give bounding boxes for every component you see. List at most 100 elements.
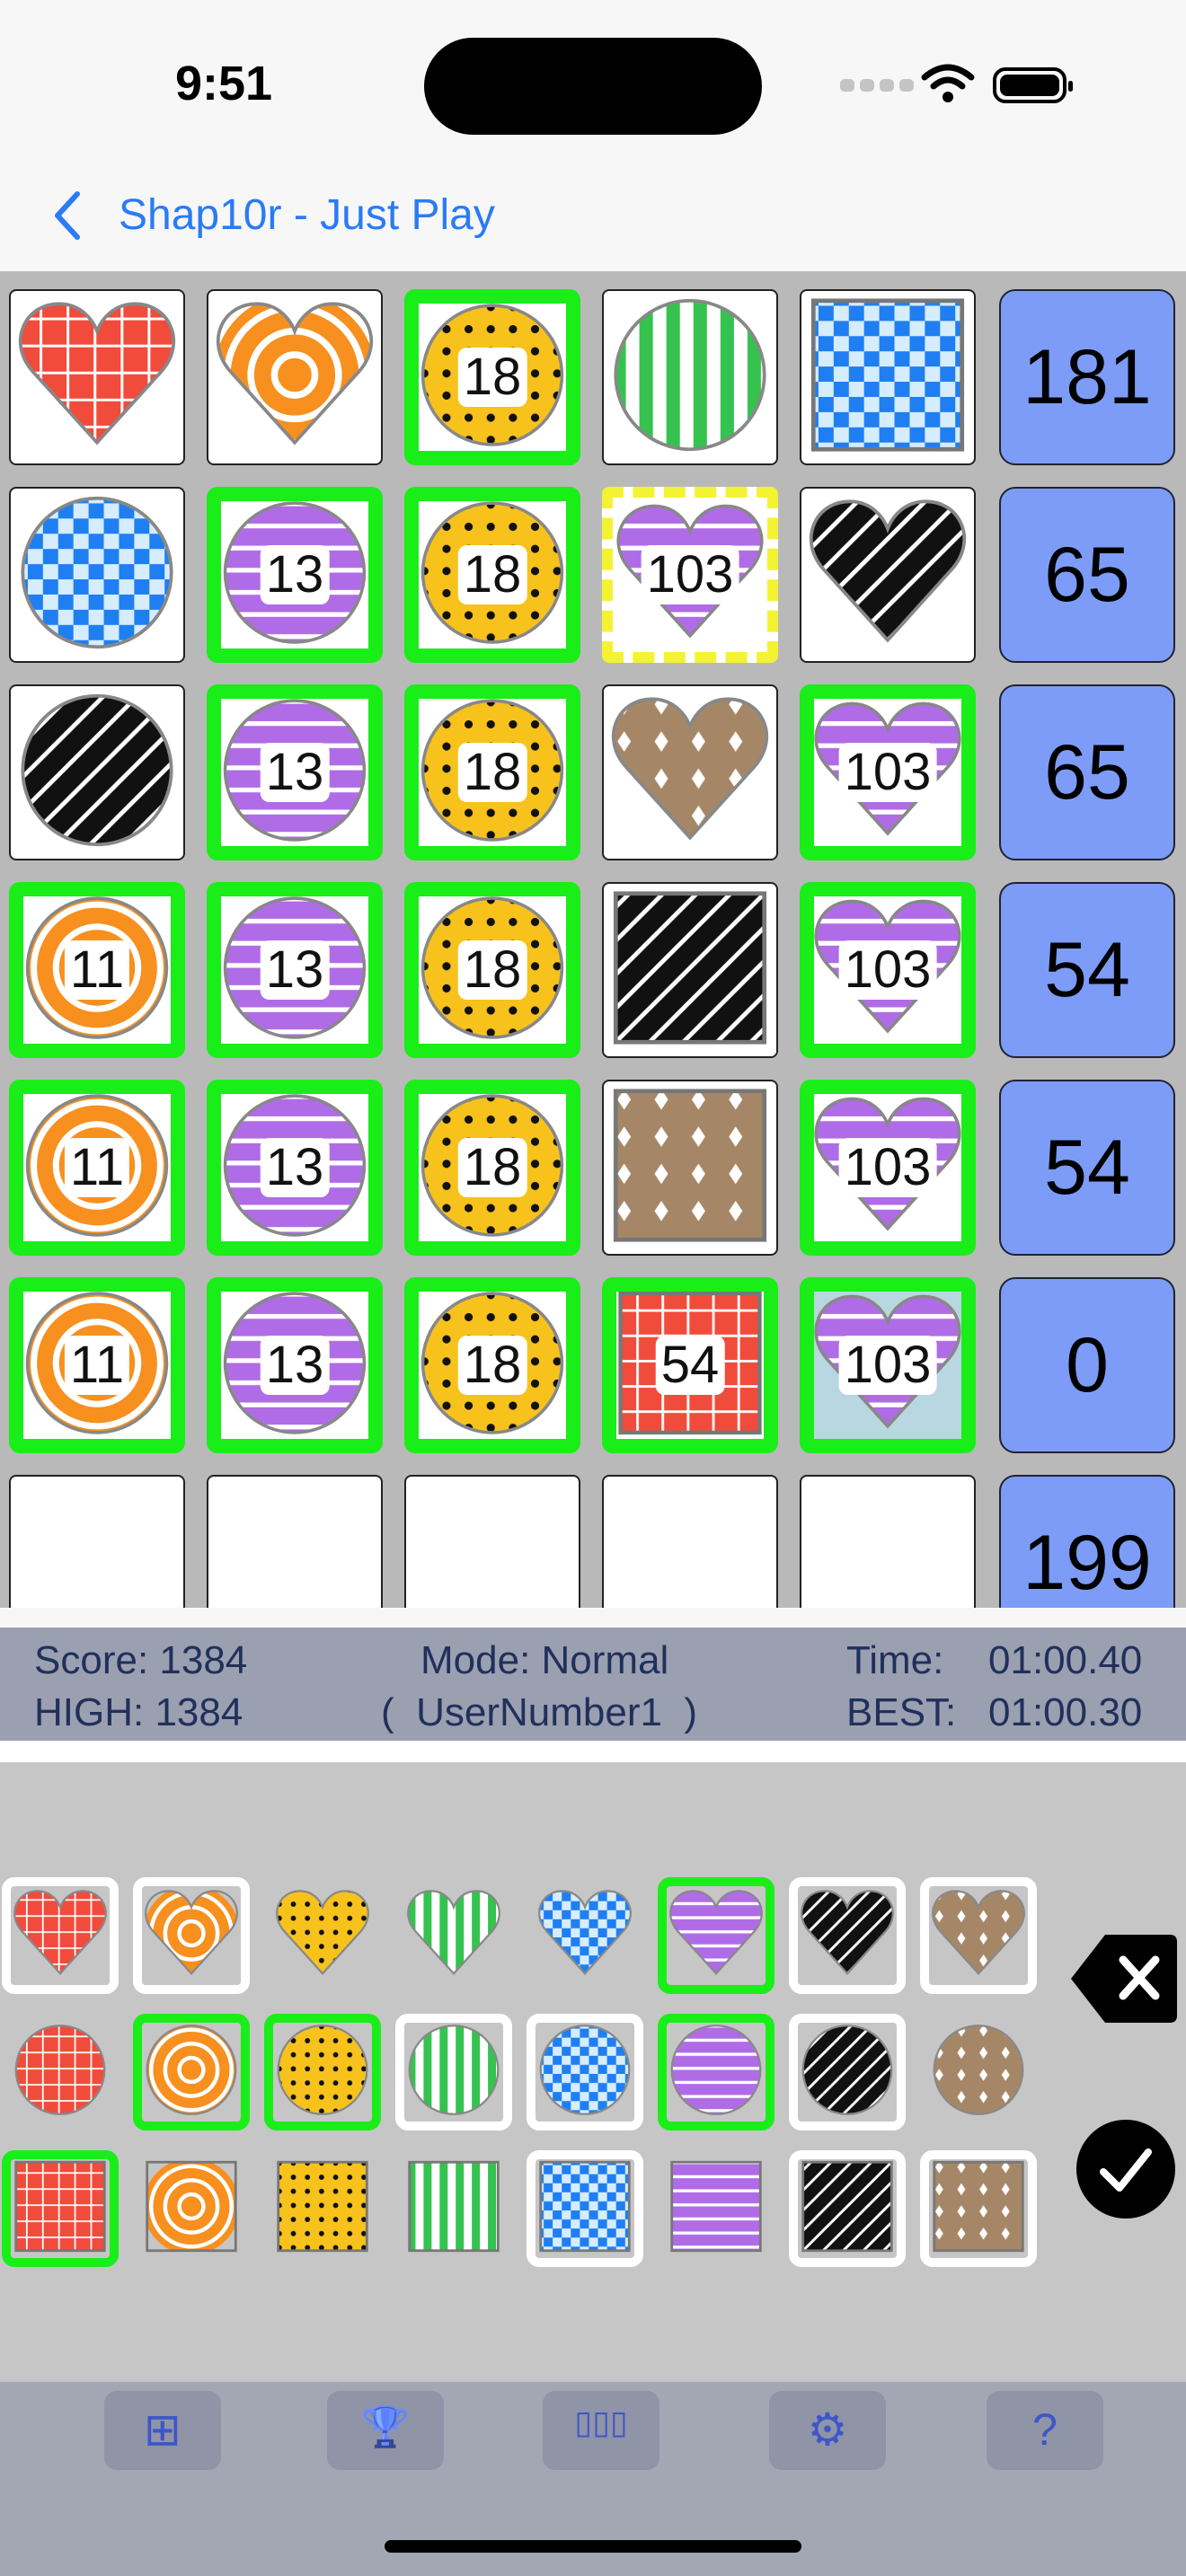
board-cell-blue-checker-circle[interactable] — [9, 487, 185, 663]
board-cell-yellow-dots-circle[interactable]: 18 — [404, 1277, 580, 1453]
board-cell-empty[interactable] — [602, 1475, 778, 1608]
back-button-title[interactable]: Shap10r - Just Play — [119, 190, 495, 240]
row-sum-tile: 0 — [999, 1277, 1175, 1453]
circle-orange-rings-icon — [141, 2020, 242, 2125]
heart-orange-rings-icon — [210, 291, 379, 463]
palette-heart-green-vstripes[interactable] — [395, 1877, 512, 1994]
cell-value-label: 103 — [641, 545, 739, 604]
palette-square-orange-rings[interactable] — [133, 2150, 250, 2267]
board-cell-orange-rings-circle[interactable]: 11 — [9, 1080, 185, 1256]
board-cell-blue-checker-square[interactable] — [800, 289, 976, 465]
palette-heart-brown-diamonds[interactable] — [920, 1877, 1037, 1994]
cell-value-label: 103 — [838, 1336, 937, 1395]
time-value: 01:00.40 — [988, 1638, 1143, 1682]
plus-square-icon: ⊞ — [144, 2404, 181, 2455]
cell-value-label: 103 — [838, 940, 937, 1000]
checkmark-icon[interactable] — [1076, 2120, 1175, 2219]
circle-blue-checker-icon — [13, 489, 181, 661]
palette-heart-black-diag[interactable] — [789, 1877, 906, 1994]
board-cell-red-grid-square[interactable]: 54 — [602, 1277, 778, 1453]
board-cell-black-diag-heart[interactable] — [800, 487, 976, 663]
board-cell-yellow-dots-circle[interactable]: 18 — [404, 487, 580, 663]
cell-value-label: 103 — [838, 1138, 937, 1197]
board-cell-empty[interactable] — [800, 1475, 976, 1608]
circle-yellow-dots-icon — [272, 2020, 373, 2125]
square-yellow-dots-icon — [272, 2157, 373, 2262]
palette-heart-red-grid[interactable] — [2, 1877, 119, 1994]
question-icon: ? — [1032, 2404, 1058, 2455]
board-cell-purple-hstripes-heart[interactable]: 103 — [800, 1080, 976, 1256]
board-cell-purple-hstripes-circle[interactable]: 13 — [207, 882, 383, 1058]
board-cell-empty[interactable] — [9, 1475, 185, 1608]
board-cell-red-grid-heart[interactable] — [9, 289, 185, 465]
board-cell-purple-hstripes-circle[interactable]: 13 — [207, 1080, 383, 1256]
palette-heart-orange-rings[interactable] — [133, 1877, 250, 1994]
board-cell-orange-rings-heart[interactable] — [207, 289, 383, 465]
help-button[interactable]: ? — [987, 2391, 1103, 2470]
palette-square-purple-hstripes[interactable] — [658, 2150, 774, 2267]
board-cell-yellow-dots-circle[interactable]: 18 — [404, 882, 580, 1058]
cell-value-label: 13 — [260, 743, 330, 802]
cell-value-label: 18 — [457, 1138, 527, 1197]
trophy-button[interactable]: 🏆 — [327, 2391, 444, 2470]
board-cell-empty[interactable] — [404, 1475, 580, 1608]
palette-square-brown-diamonds[interactable] — [920, 2150, 1037, 2267]
circle-green-vstripes-icon — [606, 291, 774, 463]
palette-heart-yellow-dots[interactable] — [264, 1877, 381, 1994]
board-cell-black-diag-square[interactable] — [602, 882, 778, 1058]
palette-square-red-grid[interactable] — [2, 2150, 119, 2267]
heart-brown-diamonds-icon — [606, 686, 774, 859]
stats-button[interactable]: ▯▯▯ — [543, 2391, 659, 2470]
board-cell-purple-hstripes-circle[interactable]: 13 — [207, 487, 383, 663]
divider — [0, 1741, 1186, 1762]
cell-value-label: 54 — [655, 1336, 725, 1395]
board-cell-purple-hstripes-circle[interactable]: 13 — [207, 684, 383, 860]
circle-black-diag-icon — [13, 686, 181, 859]
status-time: 9:51 — [175, 57, 273, 110]
palette-heart-purple-hstripes[interactable] — [658, 1877, 774, 1994]
new-game-button[interactable]: ⊞ — [104, 2391, 221, 2470]
score-label: Score: 1384 — [34, 1638, 248, 1682]
board-cell-orange-rings-circle[interactable]: 11 — [9, 1277, 185, 1453]
palette-circle-orange-rings[interactable] — [133, 2014, 250, 2130]
board-cell-purple-hstripes-heart[interactable]: 103 — [800, 684, 976, 860]
board-cell-black-diag-circle[interactable] — [9, 684, 185, 860]
heart-red-grid-icon — [10, 1883, 111, 1989]
palette-square-blue-checker[interactable] — [527, 2150, 643, 2267]
board-cell-purple-hstripes-heart[interactable]: 103 — [602, 487, 778, 663]
board-cell-orange-rings-circle[interactable]: 11 — [9, 882, 185, 1058]
circle-blue-checker-icon — [535, 2020, 635, 2125]
chevron-left-icon[interactable] — [50, 189, 86, 243]
board-cell-yellow-dots-circle[interactable]: 18 — [404, 684, 580, 860]
palette-circle-purple-hstripes[interactable] — [658, 2014, 774, 2130]
username-label: ( UserNumber1 ) — [381, 1690, 698, 1734]
palette-circle-blue-checker[interactable] — [527, 2014, 643, 2130]
palette-square-black-diag[interactable] — [789, 2150, 906, 2267]
palette-circle-red-grid[interactable] — [2, 2014, 119, 2130]
delete-backspace-icon[interactable] — [1069, 1931, 1179, 2026]
score-panel: Score: 1384 HIGH: 1384 Mode: Normal ( Us… — [0, 1628, 1186, 1741]
heart-green-vstripes-icon — [403, 1883, 504, 1989]
palette-circle-brown-diamonds[interactable] — [920, 2014, 1037, 2130]
cell-value-label: 11 — [64, 940, 130, 1000]
settings-button[interactable]: ⚙ — [769, 2391, 886, 2470]
board-cell-brown-diamonds-heart[interactable] — [602, 684, 778, 860]
cell-value-label: 13 — [260, 545, 330, 604]
palette-heart-blue-checker[interactable] — [527, 1877, 643, 1994]
board-cell-green-vstripes-circle[interactable] — [602, 289, 778, 465]
palette-circle-yellow-dots[interactable] — [264, 2014, 381, 2130]
palette-circle-green-vstripes[interactable] — [395, 2014, 512, 2130]
board-cell-yellow-dots-circle[interactable]: 18 — [404, 1080, 580, 1256]
palette-square-green-vstripes[interactable] — [395, 2150, 512, 2267]
board-cell-purple-hstripes-heart[interactable]: 103 — [800, 1277, 976, 1453]
palette-square-yellow-dots[interactable] — [264, 2150, 381, 2267]
signal-icon — [840, 79, 919, 96]
board-cell-purple-hstripes-circle[interactable]: 13 — [207, 1277, 383, 1453]
board-cell-empty[interactable] — [207, 1475, 383, 1608]
row-sum-tile: 54 — [999, 1080, 1175, 1256]
mode-label: Mode: Normal — [420, 1638, 669, 1682]
board-cell-purple-hstripes-heart[interactable]: 103 — [800, 882, 976, 1058]
board-cell-brown-diamonds-square[interactable] — [602, 1080, 778, 1256]
board-cell-yellow-dots-circle[interactable]: 18 — [404, 289, 580, 465]
palette-circle-black-diag[interactable] — [789, 2014, 906, 2130]
